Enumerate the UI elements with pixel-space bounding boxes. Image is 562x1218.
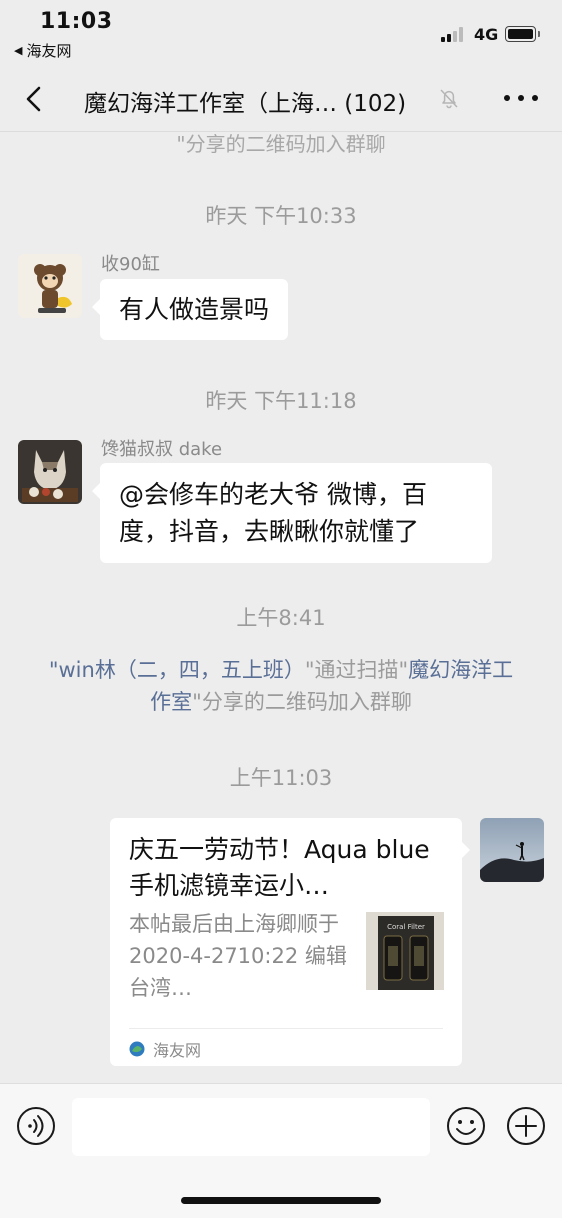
link-card-description: 本帖最后由上海卿顺于 2020-4-2710:22 编辑台湾… bbox=[129, 912, 347, 1000]
silhouette-avatar-icon bbox=[480, 818, 544, 882]
system-tail-text: "分享的二维码加入群聊 bbox=[192, 690, 412, 714]
home-indicator[interactable] bbox=[181, 1197, 381, 1204]
source-icon bbox=[129, 1041, 145, 1057]
sender-name: 馋猫叔叔 dake bbox=[101, 439, 223, 460]
more-icon[interactable] bbox=[504, 86, 538, 110]
cat-avatar-icon bbox=[18, 440, 82, 504]
phone-screen: 11:03 ◀ 海友网 4G 魔幻海洋工作室（上海… (102) "分享的二维码… bbox=[0, 0, 562, 1218]
back-icon[interactable] bbox=[20, 84, 50, 114]
mute-bell-icon bbox=[440, 89, 458, 109]
plus-icon[interactable] bbox=[506, 1106, 546, 1146]
timestamp: 昨天 下午11:18 bbox=[205, 389, 357, 413]
message-input[interactable] bbox=[72, 1098, 430, 1156]
link-card-source: 海友网 bbox=[129, 1037, 201, 1061]
monkey-avatar-icon bbox=[18, 254, 82, 318]
link-card[interactable]: 庆五一劳动节！Aqua blue手机滤镜幸运小… 本帖最后由上海卿顺于 2020… bbox=[110, 818, 470, 1066]
back-triangle-icon: ◀ bbox=[14, 44, 23, 57]
cellular-signal-icon bbox=[441, 26, 467, 42]
avatar[interactable] bbox=[18, 254, 82, 318]
status-time: 11:03 bbox=[40, 9, 113, 34]
back-to-app-link[interactable]: ◀ 海友网 bbox=[14, 40, 71, 61]
member-name-link[interactable]: win林（二，四，五上班） bbox=[59, 658, 305, 682]
group-title[interactable]: 魔幻海洋工作室（上海… (102) bbox=[84, 84, 406, 118]
voice-icon[interactable] bbox=[16, 1106, 56, 1146]
timestamp: 昨天 下午10:33 bbox=[205, 204, 357, 228]
system-middle-text: "通过扫描" bbox=[304, 658, 409, 682]
sender-name: 收90缸 bbox=[101, 254, 160, 275]
link-card-title: 庆五一劳动节！Aqua blue手机滤镜幸运小… bbox=[129, 835, 430, 900]
avatar[interactable] bbox=[18, 440, 82, 504]
self-avatar[interactable] bbox=[480, 818, 544, 882]
card-divider bbox=[129, 1028, 443, 1029]
chat-header: 魔幻海洋工作室（上海… (102) bbox=[0, 66, 562, 132]
battery-icon bbox=[505, 26, 540, 42]
thumbnail-label: Coral Filter bbox=[387, 923, 425, 931]
message-bubble[interactable]: @会修车的老大爷 微博，百度，抖音，去瞅瞅你就懂了 bbox=[92, 463, 492, 563]
emoji-icon[interactable] bbox=[446, 1106, 486, 1146]
partial-system-message: "分享的二维码加入群聊 bbox=[176, 132, 386, 156]
chat-area[interactable]: "分享的二维码加入群聊 昨天 下午10:33 收90缸 有人做造景吗 昨天 下午… bbox=[0, 132, 562, 1083]
message-bubble[interactable]: 有人做造景吗 bbox=[91, 279, 289, 340]
timestamp: 上午8:41 bbox=[236, 606, 326, 630]
timestamp: 上午11:03 bbox=[229, 766, 333, 790]
network-type: 4G bbox=[474, 25, 499, 44]
system-quote: " bbox=[48, 658, 59, 682]
source-name: 海友网 bbox=[153, 1041, 202, 1060]
filter-product-image: Coral Filter bbox=[366, 912, 444, 990]
status-bar: 11:03 ◀ 海友网 4G bbox=[0, 0, 562, 66]
link-card-thumbnail: Coral Filter bbox=[366, 912, 444, 990]
back-app-label: 海友网 bbox=[26, 42, 72, 60]
system-message: "win林（二，四，五上班）"通过扫描"魔幻海洋工作室"分享的二维码加入群聊 bbox=[40, 654, 522, 718]
